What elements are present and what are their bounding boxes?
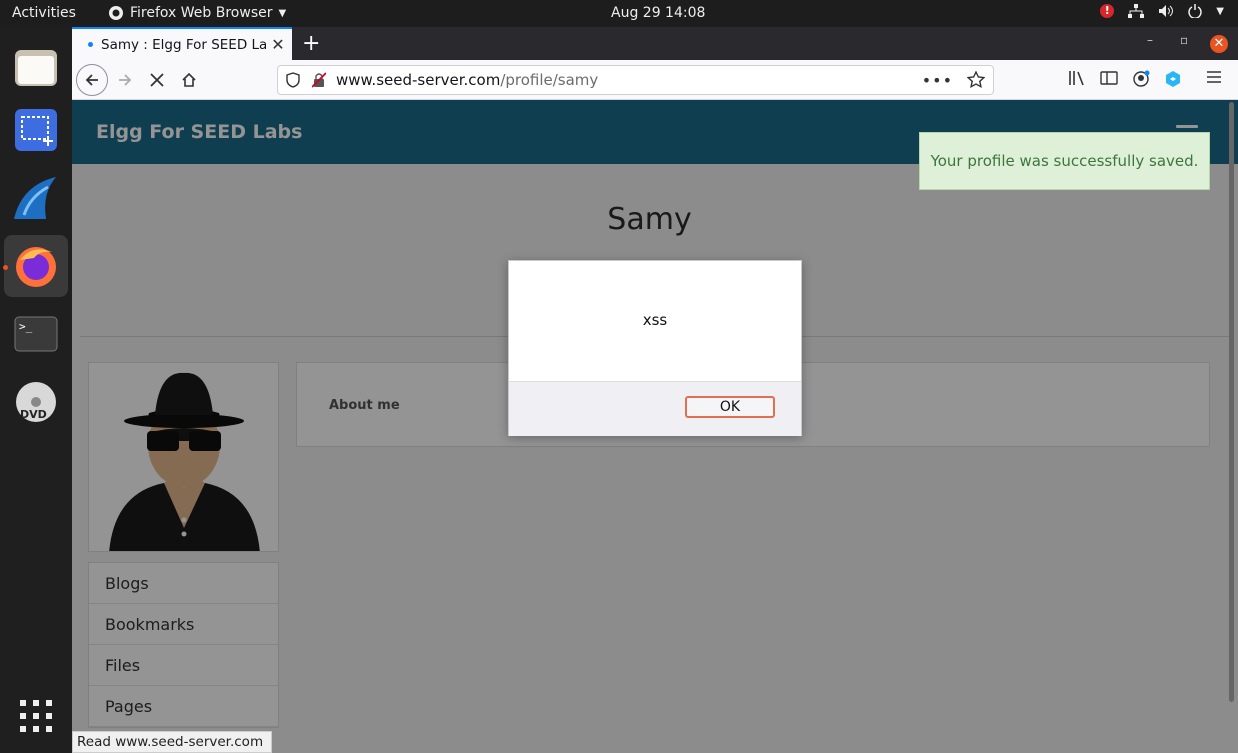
screenshot-icon — [15, 109, 57, 151]
power-icon[interactable] — [1188, 4, 1203, 18]
dock-wireshark[interactable] — [4, 168, 68, 230]
dvd-icon: DVD — [16, 382, 56, 422]
dock-terminal[interactable]: >_ — [4, 303, 68, 365]
alert-icon[interactable]: ! — [1100, 4, 1115, 18]
dock-screenshot[interactable] — [4, 99, 68, 161]
volume-icon[interactable] — [1158, 4, 1174, 18]
running-indicator — [3, 265, 8, 270]
app-menu[interactable]: Firefox Web Browser ▼ — [108, 5, 286, 21]
home-button[interactable] — [174, 66, 204, 94]
system-tray[interactable]: ! ▼ — [1100, 4, 1224, 18]
scrollbar-thumb[interactable] — [1229, 102, 1234, 702]
dock: >_ DVD — [0, 27, 72, 753]
dock-firefox[interactable] — [4, 235, 68, 297]
address-bar[interactable]: www.seed-server.com /profile/samy ••• — [277, 65, 994, 95]
back-button[interactable] — [76, 64, 108, 96]
status-bar: Read www.seed-server.com — [72, 731, 273, 753]
stop-button[interactable] — [142, 66, 172, 94]
page-actions-icon[interactable]: ••• — [922, 71, 953, 90]
new-tab-button[interactable]: + — [302, 31, 320, 56]
account-icon[interactable] — [1132, 70, 1150, 88]
alert-message: xss — [642, 311, 668, 329]
system-top-bar: Activities Firefox Web Browser ▼ Aug 29 … — [0, 0, 1238, 27]
dock-show-apps[interactable] — [4, 685, 68, 747]
shield-icon[interactable] — [286, 72, 300, 88]
browser-window: Samy : Elgg For SEED Lab ✕ + – ▫ ✕ www.s… — [72, 27, 1238, 753]
firefox-small-icon — [109, 6, 123, 20]
maximize-button[interactable]: ▫ — [1180, 33, 1188, 47]
minimize-button[interactable]: – — [1147, 33, 1153, 47]
tab-close-button[interactable]: ✕ — [266, 35, 290, 54]
home-icon — [182, 72, 196, 87]
chevron-down-icon[interactable]: ▼ — [1216, 6, 1224, 17]
extension-icon[interactable] — [1164, 70, 1182, 88]
library-icon[interactable] — [1068, 70, 1086, 86]
clock[interactable]: Aug 29 14:08 — [611, 5, 705, 21]
app-grid-icon — [20, 700, 52, 732]
web-page: Elgg For SEED Labs Samy Blogs Bookmarks … — [72, 100, 1238, 753]
navigation-toolbar: www.seed-server.com /profile/samy ••• — [72, 60, 1238, 100]
toolbar-actions — [1068, 70, 1222, 88]
url-path: /profile/samy — [500, 71, 599, 89]
forward-button[interactable] — [110, 66, 140, 94]
page-scrollbar[interactable] — [1228, 100, 1236, 730]
chevron-down-icon: ▼ — [278, 7, 287, 19]
bookmark-star-icon[interactable] — [967, 71, 985, 89]
dock-dvd[interactable]: DVD — [4, 371, 68, 433]
terminal-icon: >_ — [14, 316, 58, 352]
tab-loading-indicator — [88, 42, 93, 47]
window-close-button[interactable]: ✕ — [1210, 35, 1228, 53]
stop-x-icon — [150, 73, 164, 87]
folder-icon — [15, 50, 57, 86]
sidebar-icon[interactable] — [1100, 70, 1118, 86]
tab-bar: Samy : Elgg For SEED Lab ✕ + – ▫ ✕ — [72, 27, 1238, 60]
alert-ok-button[interactable]: OK — [685, 396, 775, 418]
activities-button[interactable]: Activities — [12, 5, 76, 21]
alert-dialog: xss OK — [508, 260, 802, 436]
firefox-icon — [16, 247, 56, 287]
url-host: www.seed-server.com — [336, 71, 501, 89]
network-icon[interactable] — [1128, 4, 1145, 18]
insecure-lock-icon[interactable] — [312, 72, 326, 88]
svg-text:DVD: DVD — [20, 408, 47, 421]
wireshark-fin-icon — [14, 177, 56, 219]
arrow-left-icon — [85, 74, 98, 86]
dock-files[interactable] — [4, 37, 68, 99]
tab-title: Samy : Elgg For SEED Lab — [101, 36, 266, 53]
arrow-right-icon — [119, 74, 132, 86]
tab-samy-profile[interactable]: Samy : Elgg For SEED Lab ✕ — [72, 27, 292, 60]
menu-hamburger-icon[interactable] — [1206, 70, 1222, 84]
alert-footer: OK — [509, 381, 801, 436]
svg-text:>_: >_ — [19, 320, 33, 333]
success-message[interactable]: Your profile was successfully saved. — [919, 132, 1210, 190]
app-menu-label: Firefox Web Browser — [130, 5, 273, 21]
